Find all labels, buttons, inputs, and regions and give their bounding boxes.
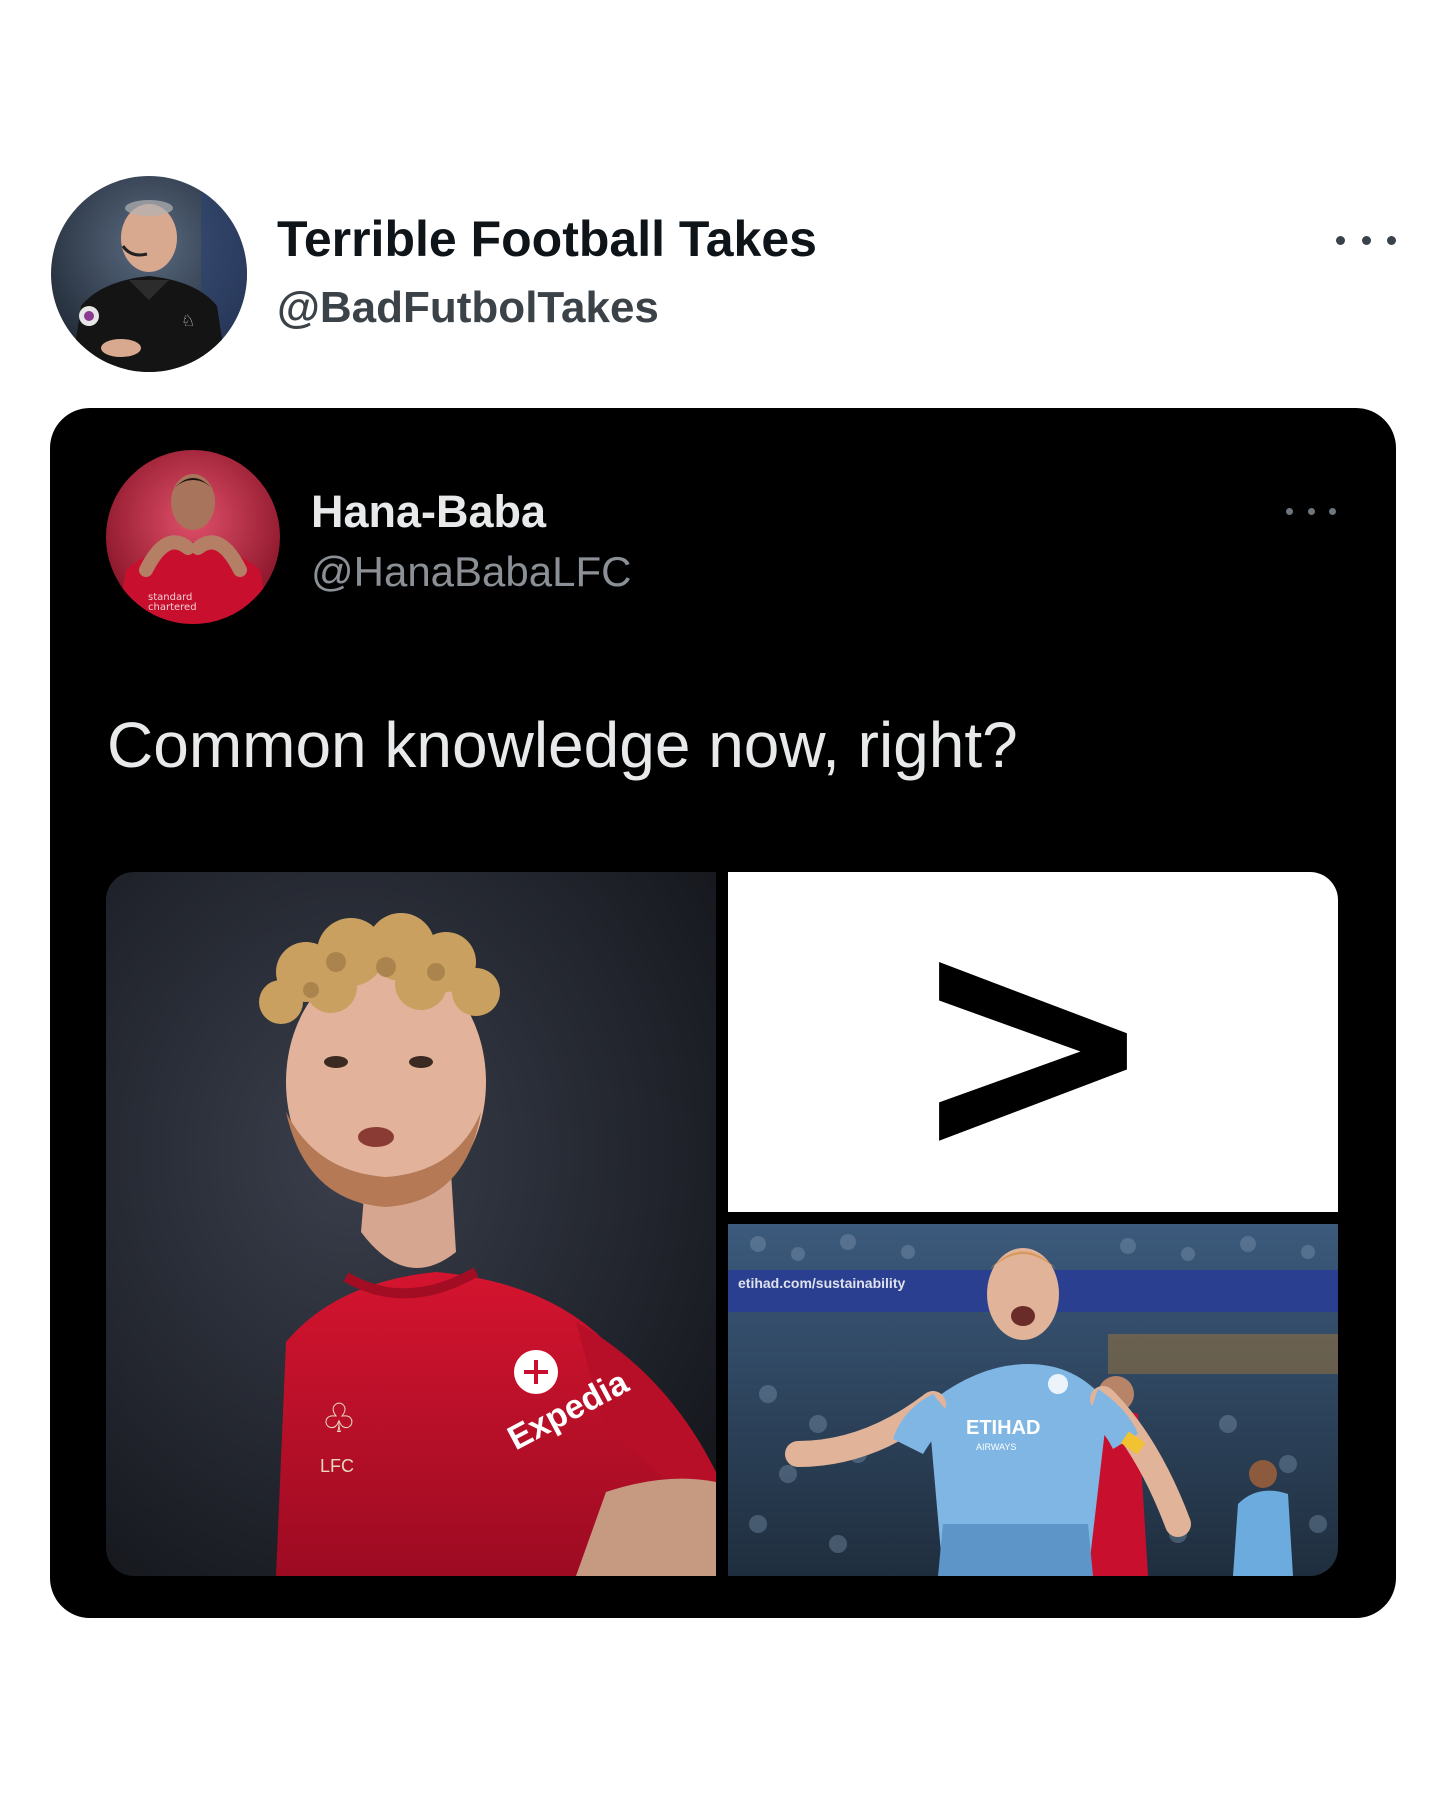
more-options-icon[interactable] <box>1286 496 1336 526</box>
liverpool-player-photo[interactable]: ♧ LFC Expedia <box>106 872 716 1576</box>
more-options-icon[interactable] <box>1336 220 1396 260</box>
svg-text:♘: ♘ <box>181 311 195 330</box>
more-dot <box>1307 507 1315 515</box>
svg-text:chartered: chartered <box>148 602 197 613</box>
media-grid[interactable]: ♧ LFC Expedia > etihad.com/sustainabilit… <box>106 872 1338 1576</box>
city-sponsor-text: ETIHAD <box>966 1417 1040 1439</box>
card-avatar[interactable]: standard chartered <box>106 450 280 624</box>
more-dot <box>1329 507 1336 515</box>
greater-than-symbol: > <box>907 872 1159 1225</box>
liverpool-player-photo-icon: ♧ LFC Expedia <box>106 872 716 1576</box>
banner-text: etihad.com/sustainability <box>738 1275 905 1291</box>
more-dot <box>1336 235 1345 245</box>
outer-display-name[interactable]: Terrible Football Takes <box>277 210 817 268</box>
more-dot <box>1286 507 1293 515</box>
more-dot <box>1361 235 1371 245</box>
city-sponsor-sub-text: AIRWAYS <box>976 1442 1016 1452</box>
referee-avatar-icon: ♘ <box>51 176 247 372</box>
manchester-city-player-photo[interactable]: etihad.com/sustainability ETIHAD AIRWAYS <box>728 1224 1338 1576</box>
card-handle[interactable]: @HanaBabaLFC <box>311 548 631 596</box>
tweet-text: Common knowledge now, right? <box>107 709 1018 781</box>
outer-handle[interactable]: @BadFutbolTakes <box>277 283 659 333</box>
card-display-name[interactable]: Hana-Baba <box>311 486 546 538</box>
crest-glyph: ♧ <box>321 1396 357 1442</box>
liverpool-player-avatar-icon: standard chartered <box>106 450 280 624</box>
manchester-city-player-photo-icon: etihad.com/sustainability ETIHAD AIRWAYS <box>728 1224 1338 1576</box>
greater-than-image[interactable]: > <box>728 872 1338 1212</box>
quoted-tweet-card[interactable]: standard chartered Hana-Baba @HanaBabaLF… <box>50 408 1396 1618</box>
more-dot <box>1387 235 1396 245</box>
outer-avatar[interactable]: ♘ <box>51 176 247 372</box>
crest-text: LFC <box>320 1456 354 1476</box>
